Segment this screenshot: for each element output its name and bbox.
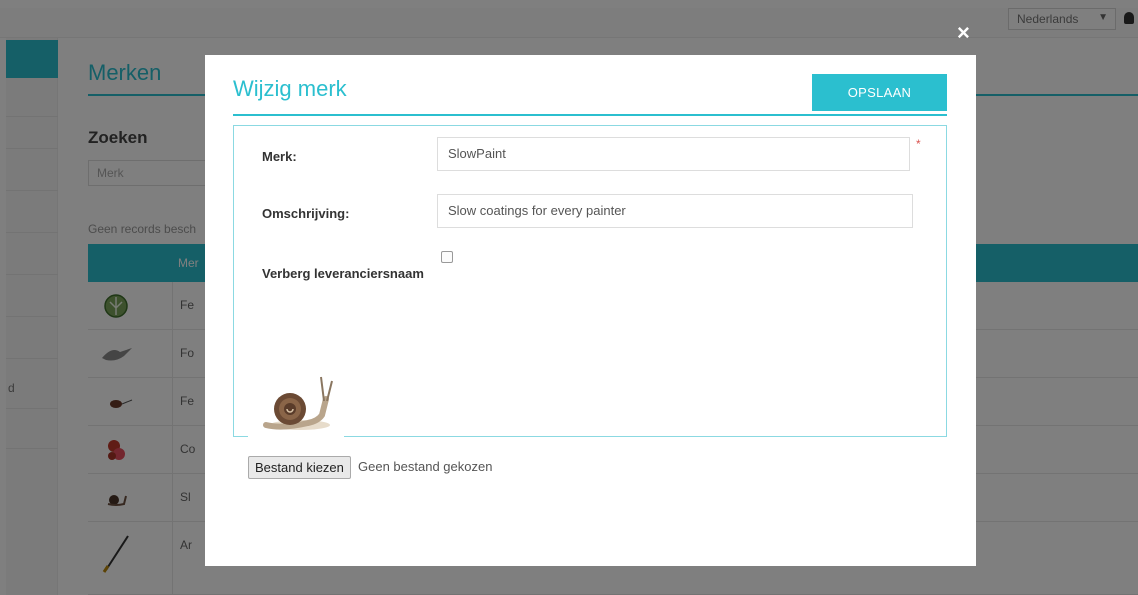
close-icon[interactable]: × — [957, 22, 970, 44]
save-button[interactable]: OPSLAAN — [812, 74, 947, 111]
omschrijving-label: Omschrijving: — [262, 206, 350, 221]
file-status-text: Geen bestand gekozen — [358, 459, 493, 474]
brand-form: Merk: SlowPaint * Omschrijving: Slow coa… — [233, 125, 947, 479]
merk-label: Merk: — [262, 149, 297, 164]
omschrijving-input[interactable]: Slow coatings for every painter — [437, 194, 913, 228]
modal-title: Wijzig merk — [233, 76, 347, 101]
verberg-label: Verberg leveranciersnaam — [262, 266, 424, 281]
required-marker: * — [916, 137, 921, 151]
snail-icon — [248, 359, 344, 455]
verberg-checkbox[interactable] — [441, 251, 453, 263]
merk-input[interactable]: SlowPaint — [437, 137, 910, 171]
modal-title-divider — [233, 114, 947, 116]
edit-brand-modal: Wijzig merk OPSLAAN Merk: SlowPaint * Om… — [205, 55, 976, 566]
choose-file-button[interactable]: Bestand kiezen — [248, 456, 351, 479]
